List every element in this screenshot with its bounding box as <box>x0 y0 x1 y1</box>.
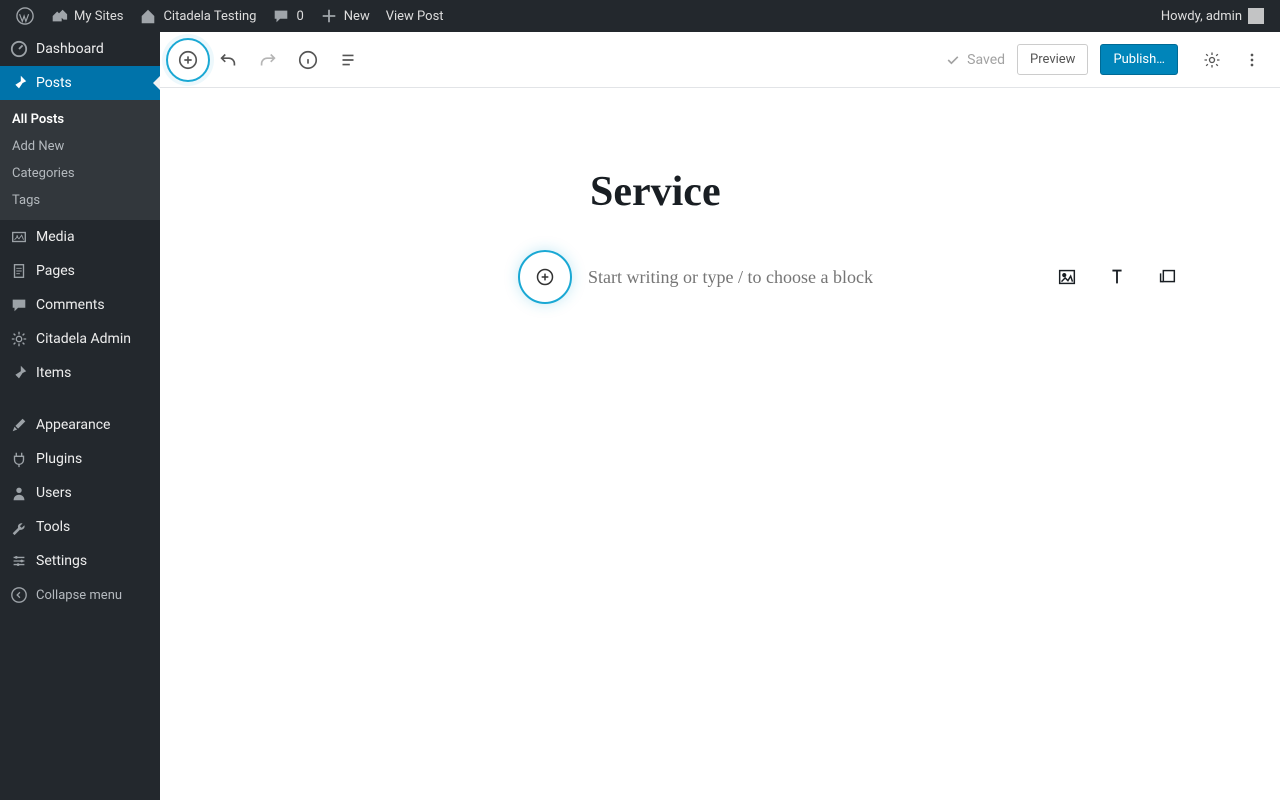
info-button[interactable] <box>290 42 326 78</box>
view-post-label: View Post <box>386 9 444 24</box>
howdy-label: Howdy, admin <box>1161 9 1242 24</box>
sidebar-label: Media <box>36 229 75 245</box>
settings-button[interactable] <box>1194 42 1230 78</box>
sidebar-item-media[interactable]: Media <box>0 220 160 254</box>
block-placeholder[interactable]: Start writing or type / to choose a bloc… <box>588 267 873 288</box>
sidebar-label: Appearance <box>36 417 110 433</box>
sidebar-item-users[interactable]: Users <box>0 476 160 510</box>
sliders-icon <box>10 552 28 570</box>
home-icon <box>139 7 157 25</box>
saved-indicator: Saved <box>945 52 1005 68</box>
submenu-all-posts[interactable]: All Posts <box>0 106 160 133</box>
gallery-block-button[interactable] <box>1153 263 1181 291</box>
posts-submenu: All Posts Add New Categories Tags <box>0 100 160 220</box>
add-block-button[interactable] <box>170 42 206 78</box>
sidebar-item-appearance[interactable]: Appearance <box>0 408 160 442</box>
user-icon <box>10 484 28 502</box>
media-icon <box>10 228 28 246</box>
gallery-icon <box>1156 266 1178 288</box>
adminbar: My Sites Citadela Testing 0 New View Pos… <box>0 0 1280 32</box>
sidebar-item-dashboard[interactable]: Dashboard <box>0 32 160 66</box>
sidebar-item-comments[interactable]: Comments <box>0 288 160 322</box>
editor-toolbar: Saved Preview Publish… <box>160 32 1280 88</box>
my-sites-label: My Sites <box>74 9 123 24</box>
new-label: New <box>344 9 370 24</box>
check-icon <box>945 52 961 68</box>
sidebar-label: Items <box>36 365 71 381</box>
plus-circle-icon <box>535 267 555 287</box>
preview-button[interactable]: Preview <box>1017 44 1088 75</box>
site-name-label: Citadela Testing <box>163 9 256 24</box>
gear-icon <box>1202 50 1222 70</box>
heading-icon <box>1106 266 1128 288</box>
wordpress-icon <box>16 7 34 25</box>
outline-button[interactable] <box>330 42 366 78</box>
submenu-tags[interactable]: Tags <box>0 187 160 214</box>
new-link[interactable]: New <box>312 0 378 32</box>
sidebar-item-plugins[interactable]: Plugins <box>0 442 160 476</box>
undo-button[interactable] <box>210 42 246 78</box>
dots-icon <box>1242 50 1262 70</box>
comment-icon <box>10 296 28 314</box>
sidebar-item-citadela[interactable]: Citadela Admin <box>0 322 160 356</box>
list-icon <box>337 49 359 71</box>
more-button[interactable] <box>1234 42 1270 78</box>
plus-circle-icon <box>177 49 199 71</box>
avatar <box>1248 8 1264 24</box>
sidebar-item-pages[interactable]: Pages <box>0 254 160 288</box>
sidebar-label: Posts <box>36 75 72 91</box>
sidebar-label: Pages <box>36 263 75 279</box>
info-icon <box>297 49 319 71</box>
heading-block-button[interactable] <box>1103 263 1131 291</box>
wrench-icon <box>10 518 28 536</box>
sidebar-item-posts[interactable]: Posts <box>0 66 160 100</box>
sidebar-item-settings[interactable]: Settings <box>0 544 160 578</box>
brush-icon <box>10 416 28 434</box>
post-title[interactable]: Service <box>590 168 1280 216</box>
sidebar-label: Users <box>36 485 72 501</box>
redo-button[interactable] <box>250 42 286 78</box>
collapse-menu[interactable]: Collapse menu <box>0 578 160 612</box>
publish-button[interactable]: Publish… <box>1100 44 1178 75</box>
redo-icon <box>257 49 279 71</box>
sidebar-item-items[interactable]: Items <box>0 356 160 390</box>
image-icon <box>1056 266 1078 288</box>
comments-link[interactable]: 0 <box>264 0 311 32</box>
image-block-button[interactable] <box>1053 263 1081 291</box>
dashboard-icon <box>10 40 28 58</box>
my-sites-link[interactable]: My Sites <box>42 0 131 32</box>
collapse-label: Collapse menu <box>36 588 122 603</box>
block-editor: Saved Preview Publish… Service Start wri… <box>160 32 1280 800</box>
sidebar-label: Settings <box>36 553 87 569</box>
saved-label: Saved <box>967 52 1005 68</box>
howdy-user[interactable]: Howdy, admin <box>1153 0 1272 32</box>
gear-icon <box>10 330 28 348</box>
houses-icon <box>50 7 68 25</box>
sidebar-label: Comments <box>36 297 105 313</box>
pages-icon <box>10 262 28 280</box>
editor-canvas[interactable]: Service Start writing or type / to choos… <box>160 88 1280 304</box>
wordpress-logo[interactable] <box>8 0 42 32</box>
pin-icon <box>10 364 28 382</box>
admin-sidebar: Dashboard Posts All Posts Add New Catego… <box>0 32 160 800</box>
sidebar-label: Dashboard <box>36 41 104 57</box>
sidebar-item-tools[interactable]: Tools <box>0 510 160 544</box>
undo-icon <box>217 49 239 71</box>
sidebar-label: Citadela Admin <box>36 331 131 347</box>
plug-icon <box>10 450 28 468</box>
site-link[interactable]: Citadela Testing <box>131 0 264 32</box>
plus-icon <box>320 7 338 25</box>
submenu-categories[interactable]: Categories <box>0 160 160 187</box>
sidebar-label: Plugins <box>36 451 82 467</box>
comments-count: 0 <box>296 9 303 24</box>
collapse-icon <box>10 586 28 604</box>
comment-icon <box>272 7 290 25</box>
block-suggestions <box>1053 263 1181 291</box>
empty-block-row: Start writing or type / to choose a bloc… <box>518 250 1280 304</box>
submenu-add-new[interactable]: Add New <box>0 133 160 160</box>
pin-icon <box>10 74 28 92</box>
view-post-link[interactable]: View Post <box>378 0 452 32</box>
add-block-inline-button[interactable] <box>518 250 572 304</box>
sidebar-label: Tools <box>36 519 70 535</box>
